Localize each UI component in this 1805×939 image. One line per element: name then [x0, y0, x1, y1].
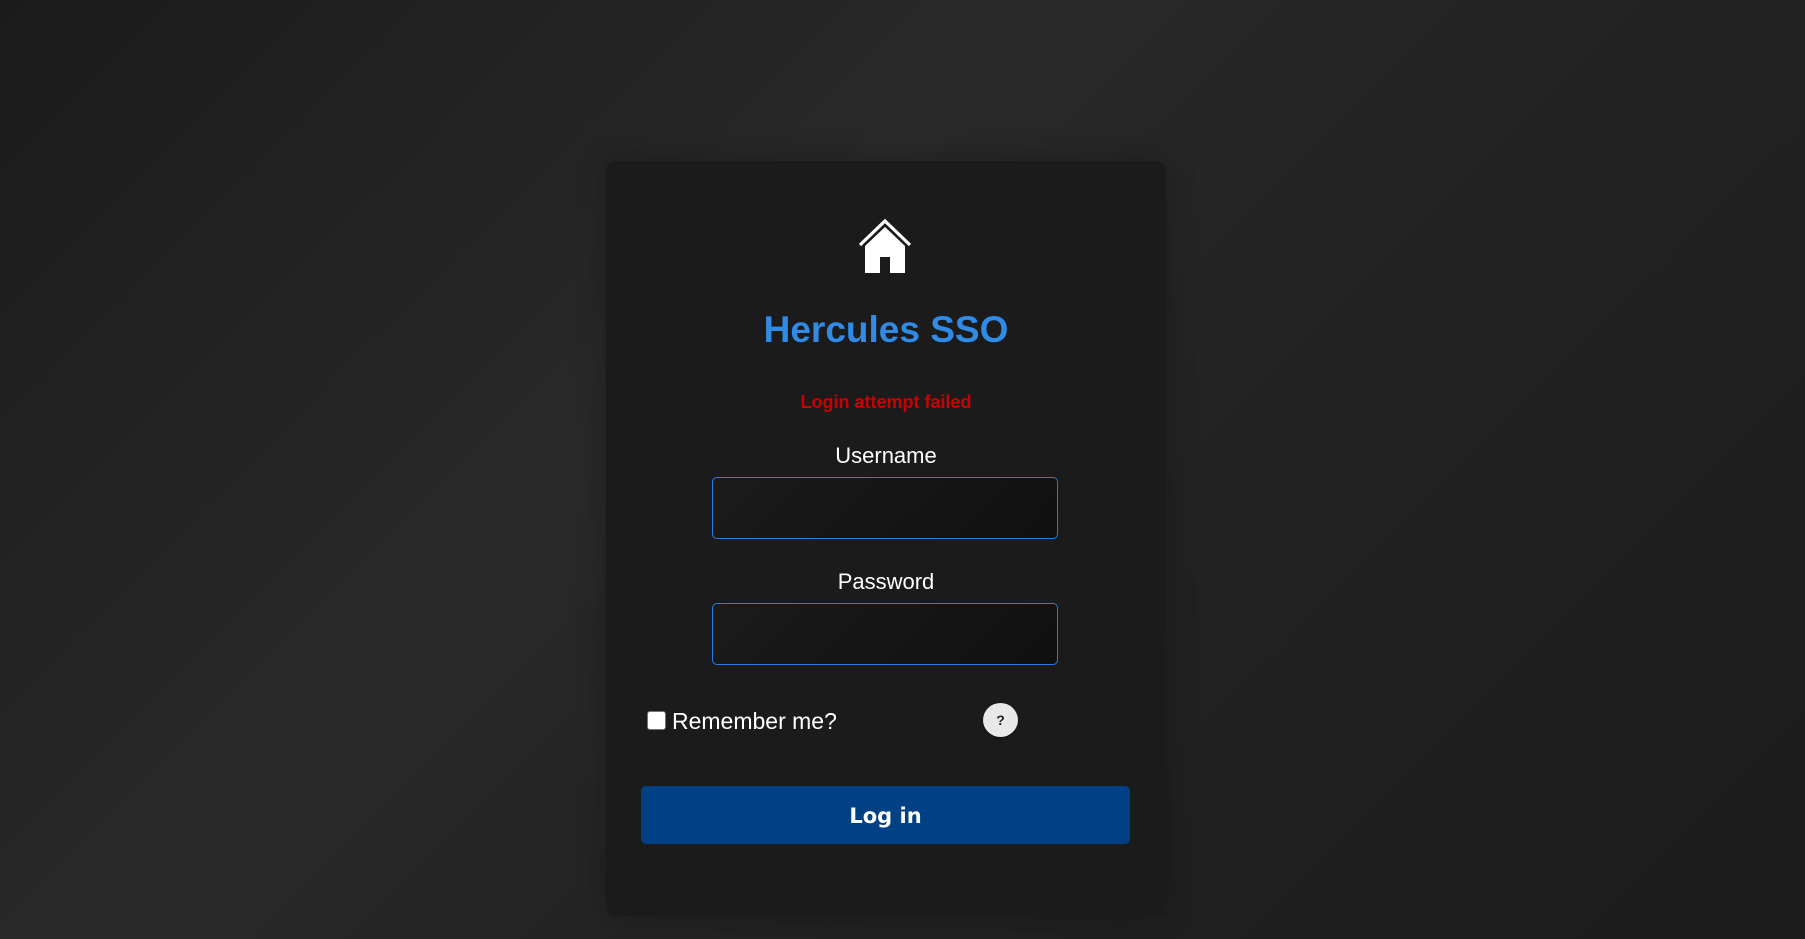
- remember-me-row: Remember me? ?: [646, 702, 1126, 738]
- password-label: Password: [837, 569, 935, 594]
- remember-me-checkbox[interactable]: [647, 711, 666, 730]
- error-message: Login attempt failed: [800, 392, 972, 412]
- remember-me-label[interactable]: Remember me?: [672, 707, 837, 735]
- help-button[interactable]: ?: [983, 703, 1018, 737]
- login-button[interactable]: Log in: [641, 786, 1130, 844]
- home-icon: [857, 218, 913, 274]
- username-input[interactable]: [712, 477, 1058, 539]
- username-label: Username: [835, 443, 937, 468]
- login-card: Hercules SSO Login attempt failed Userna…: [606, 161, 1166, 916]
- page-title: Hercules SSO: [763, 309, 1009, 350]
- password-input[interactable]: [712, 603, 1058, 665]
